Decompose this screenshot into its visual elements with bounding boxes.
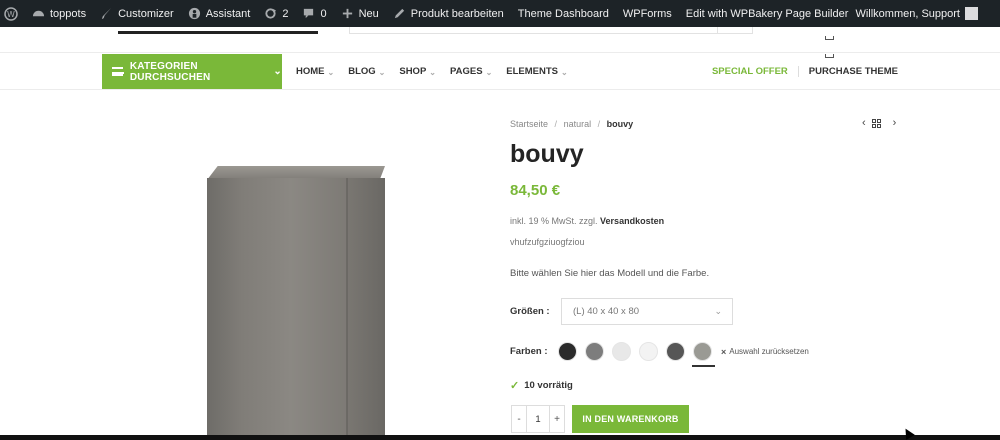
- product-title: bouvy: [510, 140, 584, 168]
- chevron-down-icon: ⌄: [714, 306, 722, 316]
- shipping-link[interactable]: Versandkosten: [600, 216, 664, 226]
- site-logo[interactable]: [118, 27, 318, 34]
- menu-item-label: HOME: [296, 66, 325, 77]
- menu-item-label: SHOP: [399, 66, 427, 77]
- comments-count: 0: [320, 7, 327, 20]
- site-name-label: toppots: [50, 7, 87, 20]
- dashboard-icon: [32, 10, 45, 17]
- product-image[interactable]: [207, 166, 387, 440]
- menu-item-label: BLOG: [348, 66, 376, 77]
- chevron-down-icon: ⌄: [485, 68, 493, 77]
- customizer-label: Customizer: [118, 7, 174, 20]
- assistant-label: Assistant: [205, 7, 251, 20]
- comments-link[interactable]: 0: [295, 0, 333, 27]
- tax-info: inkl. 19 % MwSt. zzgl. Versandkosten: [510, 216, 664, 226]
- breadcrumb-current: bouvy: [606, 119, 634, 129]
- color-swatches: × Auswahl zurücksetzen: [558, 342, 809, 367]
- new-content-link[interactable]: Neu: [334, 0, 386, 27]
- product-price: 84,50 €: [510, 182, 561, 199]
- reset-label: Auswahl zurücksetzen: [729, 347, 809, 356]
- svg-text:W: W: [7, 10, 15, 19]
- edit-product-link[interactable]: Produkt bearbeiten: [386, 0, 511, 27]
- pot-edge: [346, 178, 348, 440]
- size-select[interactable]: (L) 40 x 40 x 80 ⌄: [561, 298, 733, 325]
- pencil-icon: [394, 8, 404, 19]
- color-swatch-light-grey[interactable]: [612, 342, 631, 361]
- breadcrumb-home[interactable]: Startseite: [510, 119, 548, 129]
- qty-plus-button[interactable]: +: [550, 406, 564, 432]
- stock-status: ✓ 10 vorrätig: [510, 379, 573, 392]
- breadcrumb-separator: /: [554, 119, 558, 129]
- wordpress-icon: W: [4, 6, 18, 21]
- screen: W toppots Customizer Assistant 2 0 Neu P…: [0, 0, 1000, 440]
- quantity-input[interactable]: 1: [526, 406, 550, 432]
- menu-item-home[interactable]: HOME ⌄: [296, 66, 334, 77]
- avatar: [965, 7, 978, 20]
- check-icon: ✓: [510, 380, 520, 392]
- qty-minus-button[interactable]: -: [512, 406, 526, 432]
- product-summary: Startseite / natural / bouvy ‹ › bouvy 8…: [510, 0, 900, 440]
- categories-button[interactable]: KATEGORIEN DURCHSUCHEN ⌄: [102, 54, 282, 89]
- color-swatch-white[interactable]: [639, 342, 658, 361]
- short-description: vhufzufgziuogfziou: [510, 237, 585, 247]
- menu-item-shop[interactable]: SHOP ⌄: [399, 66, 436, 77]
- reset-selection-link[interactable]: × Auswahl zurücksetzen: [721, 347, 809, 357]
- menu-item-pages[interactable]: PAGES ⌄: [450, 66, 492, 77]
- size-select-value: (L) 40 x 40 x 80: [573, 306, 640, 317]
- assistant-icon: [188, 7, 200, 20]
- color-swatch-black[interactable]: [558, 342, 577, 361]
- chevron-down-icon: ⌄: [273, 66, 282, 77]
- brush-icon: [101, 7, 112, 20]
- chevron-down-icon: ⌄: [429, 68, 436, 77]
- customizer-link[interactable]: Customizer: [93, 0, 181, 27]
- comment-icon: [304, 8, 314, 19]
- breadcrumb-category[interactable]: natural: [564, 119, 592, 129]
- pot-side-face: [347, 178, 385, 440]
- edit-product-label: Produkt bearbeiten: [410, 7, 504, 20]
- breadcrumb: Startseite / natural / bouvy: [510, 119, 633, 129]
- stock-text: 10 vorrätig: [524, 380, 573, 391]
- chevron-down-icon: ⌄: [327, 68, 335, 77]
- bottom-strip: [0, 435, 1000, 440]
- chevron-left-icon[interactable]: ‹: [862, 117, 866, 129]
- updates-count: 2: [282, 7, 289, 20]
- updates-link[interactable]: 2: [257, 0, 295, 27]
- new-label: Neu: [358, 7, 379, 20]
- menu-item-label: PAGES: [450, 66, 483, 77]
- menu-icon: [112, 67, 124, 76]
- updates-icon: [265, 8, 277, 19]
- grid-icon[interactable]: [871, 118, 881, 128]
- color-swatch-dark-grey[interactable]: [666, 342, 685, 361]
- color-swatch-grey[interactable]: [585, 342, 604, 361]
- menu-item-blog[interactable]: BLOG ⌄: [348, 66, 385, 77]
- color-label: Farben :: [510, 346, 548, 357]
- size-label: Größen :: [510, 306, 550, 317]
- pot-front-face: [207, 178, 347, 440]
- assistant-link[interactable]: Assistant: [181, 0, 258, 27]
- choose-instructions: Bitte wählen Sie hier das Modell und die…: [510, 268, 710, 279]
- tax-prefix: inkl. 19 % MwSt. zzgl.: [510, 216, 598, 226]
- breadcrumb-separator: /: [597, 119, 601, 129]
- quantity-stepper: - 1 +: [511, 405, 565, 433]
- add-to-cart-button[interactable]: IN DEN WARENKORB: [572, 405, 689, 433]
- plus-icon: [342, 8, 352, 19]
- chevron-down-icon: ⌄: [378, 68, 386, 77]
- color-swatch-stone[interactable]: [692, 342, 715, 367]
- wordpress-logo-button[interactable]: W: [0, 0, 25, 27]
- close-icon: ×: [721, 346, 727, 357]
- chevron-right-icon[interactable]: ›: [893, 117, 897, 129]
- categories-label: KATEGORIEN DURCHSUCHEN: [129, 60, 211, 83]
- product-navigation: ‹ ›: [862, 117, 902, 129]
- site-name-link[interactable]: toppots: [25, 0, 93, 27]
